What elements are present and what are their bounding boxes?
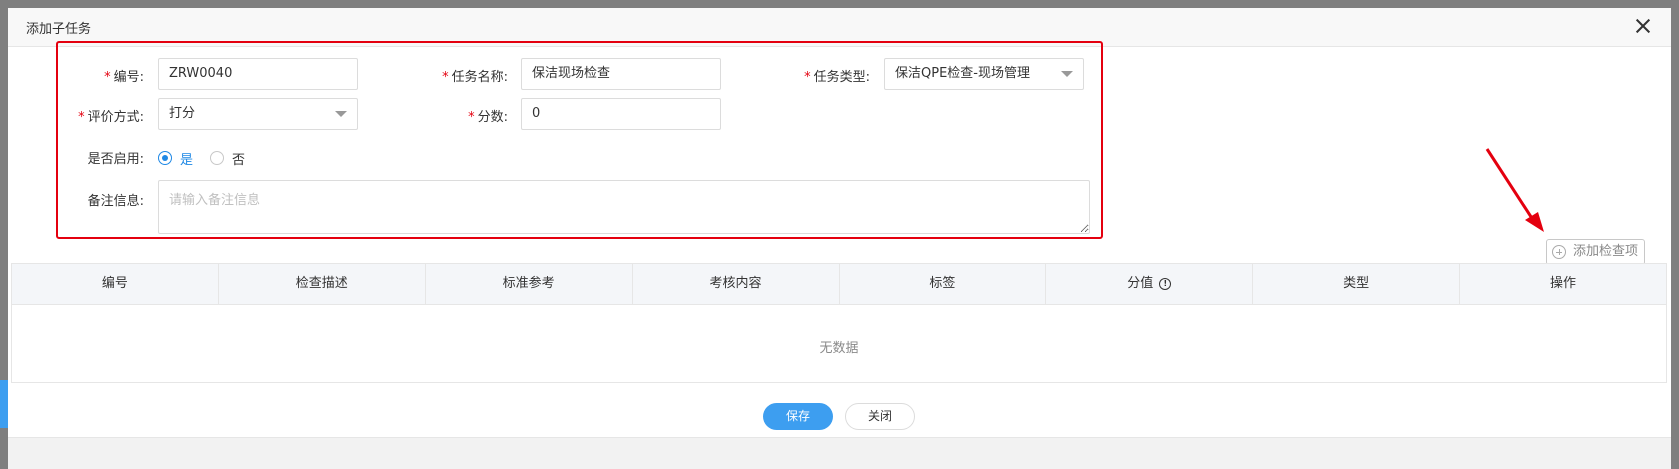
side-tab [0,380,8,428]
check-items-table: 编号 检查描述 标准参考 考核内容 标签 分值! 类型 操作 无数据 [11,263,1667,383]
column-header: 操作 [1550,276,1577,291]
eval-method-value: 打分 [169,106,196,121]
close-button[interactable]: 关闭 [845,403,915,430]
task-type-value: 保洁QPE检查-现场管理 [895,66,1030,81]
footer-bar [8,437,1671,469]
column-header-score: 分值! [1046,264,1254,304]
score-label: * 分数: [468,110,508,125]
column-header: 编号 [12,264,219,304]
info-icon[interactable]: ! [1159,277,1172,290]
radio-no-label[interactable]: 否 [232,149,245,168]
column-header: 标签 [840,264,1047,304]
chevron-down-icon [335,111,347,117]
add-check-item-button[interactable]: 添加检查项 [1546,239,1645,265]
chevron-down-icon [1061,71,1073,77]
radio-yes-label[interactable]: 是 [180,149,193,168]
column-header: 检查描述 [219,264,426,304]
note-textarea[interactable] [158,180,1090,234]
enabled-label: 是否启用: [87,152,144,167]
column-header: 标准参考 [426,264,633,304]
code-input[interactable]: ZRW0040 [158,58,358,90]
add-subtask-modal: 添加子任务 * 编号: ZRW0040 * 任务名称: 保洁现场检查 * 任务类型: … [8,8,1671,469]
eval-method-select[interactable]: 打分 [158,98,358,130]
add-check-item-label: 添加检查项 [1572,244,1638,259]
radio-no[interactable] [210,151,224,165]
eval-method-label: * 评价方式: [78,110,144,125]
table-header: 编号 检查描述 标准参考 考核内容 标签 分值! 类型 操作 [12,264,1666,305]
modal-title: 添加子任务 [26,22,92,37]
task-name-input[interactable]: 保洁现场检查 [521,58,721,90]
score-input[interactable]: 0 [521,98,721,130]
plus-circle-icon [1552,245,1566,259]
save-button[interactable]: 保存 [763,403,833,430]
close-icon[interactable] [1633,16,1653,36]
task-name-label: * 任务名称: [442,70,508,85]
column-header: 类型 [1253,264,1461,304]
task-type-select[interactable]: 保洁QPE检查-现场管理 [884,58,1084,90]
radio-yes[interactable] [158,151,172,165]
column-header: 考核内容 [633,264,840,304]
empty-state-text: 无数据 [819,341,859,356]
note-label: 备注信息: [87,194,144,209]
code-label: * 编号: [104,70,144,85]
task-type-label: * 任务类型: [804,70,870,85]
